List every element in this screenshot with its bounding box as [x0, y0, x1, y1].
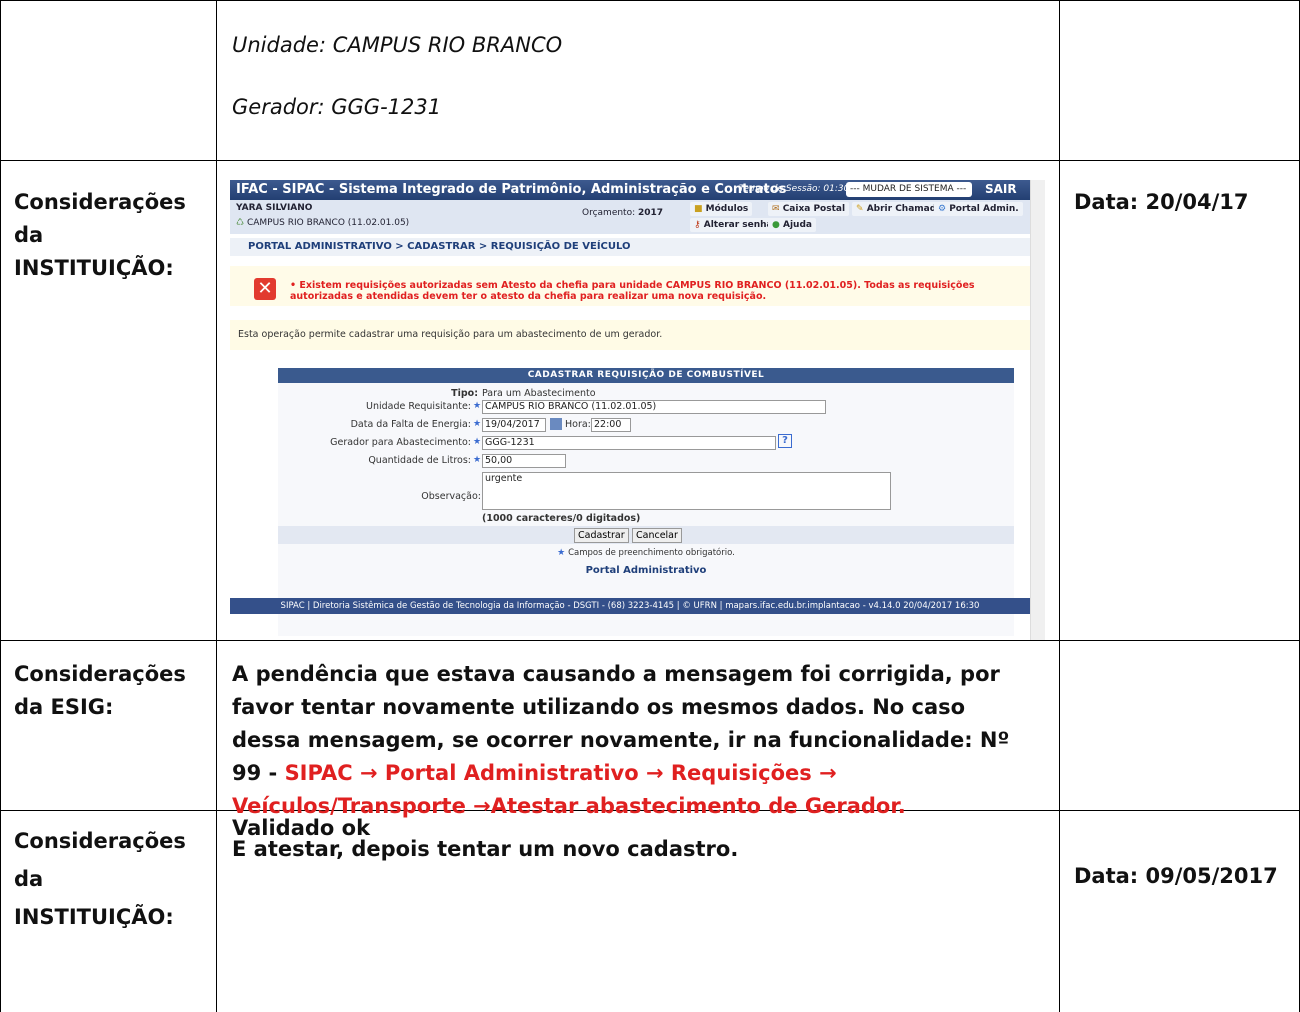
- response-line: dessa mensagem, se ocorrer novamente, ir…: [232, 728, 1010, 752]
- label-line: Considerações: [14, 829, 186, 853]
- label-line: Considerações: [14, 190, 186, 214]
- label-line: INSTITUIÇÃO:: [14, 905, 174, 929]
- required-star: ★: [557, 548, 569, 558]
- info-message: Esta operação permite cadastrar uma requ…: [230, 320, 1030, 350]
- calendar-icon[interactable]: [550, 418, 562, 430]
- response-line: A pendência que estava causando a mensag…: [232, 662, 1000, 686]
- portal-icon: ⚙: [938, 204, 950, 214]
- function-number: 99 -: [232, 761, 285, 785]
- user-unit: ♺ CAMPUS RIO BRANCO (11.02.01.05): [236, 218, 409, 228]
- row-divider: [0, 160, 1300, 161]
- help-icon: ●: [772, 220, 783, 230]
- row-divider: [0, 640, 1300, 641]
- label-line: da ESIG:: [14, 695, 114, 719]
- label-line: INSTITUIÇÃO:: [14, 256, 174, 280]
- row1-date: Data: 20/04/17: [1074, 190, 1249, 214]
- gerador-label: Gerador para Abastecimento:: [330, 437, 471, 448]
- gerador-input[interactable]: GGG-1231: [482, 436, 776, 450]
- ajuda-button[interactable]: ● Ajuda: [768, 218, 816, 232]
- unidade-text: Unidade: CAMPUS RIO BRANCO: [232, 33, 563, 57]
- portal-admin-link[interactable]: Portal Administrativo: [278, 565, 1014, 576]
- abrir-chamado-label: Abrir Chamado: [866, 204, 943, 214]
- ticket-icon: ✎: [856, 204, 867, 214]
- label-line: da: [14, 223, 44, 247]
- sipac-topbar: IFAC - SIPAC - Sistema Integrado de Patr…: [230, 180, 1030, 200]
- error-text: • Existem requisições autorizadas sem At…: [290, 280, 975, 302]
- required-star: ★: [473, 455, 482, 465]
- hora-label: Hora:: [565, 419, 591, 430]
- response-line: favor tentar novamente utilizando os mes…: [232, 695, 966, 719]
- cancelar-button[interactable]: Cancelar: [632, 528, 682, 543]
- alterar-senha-button[interactable]: ⚷ Alterar senha: [690, 218, 777, 232]
- tipo-label: Tipo:: [451, 388, 478, 399]
- label-line: Considerações: [14, 662, 186, 686]
- litros-input[interactable]: 50,00: [482, 454, 566, 468]
- orcamento: Orçamento: 2017: [582, 208, 663, 218]
- form-title: CADASTRAR REQUISIÇÃO DE COMBUSTÍVEL: [278, 368, 1014, 383]
- unit-icon: ♺: [236, 218, 247, 228]
- ajuda-label: Ajuda: [783, 220, 812, 230]
- error-message: ✕ • Existem requisições autorizadas sem …: [230, 266, 1030, 306]
- observacao-label: Observação:: [421, 491, 481, 502]
- column-divider: [216, 0, 217, 1012]
- mailbox-icon: ✉: [772, 204, 783, 214]
- litros-label: Quantidade de Litros:: [368, 455, 471, 466]
- required-note-text: Campos de preenchimento obrigatório.: [568, 548, 735, 558]
- abrir-chamado-button[interactable]: ✎ Abrir Chamado: [852, 202, 947, 216]
- alterar-senha-label: Alterar senha: [703, 220, 773, 230]
- row2-label: Considerações da ESIG:: [14, 658, 186, 724]
- user-name: YARA SILVIANO: [236, 203, 313, 213]
- gerador-text: Gerador: GGG-1231: [232, 95, 442, 119]
- modulos-label: Módulos: [705, 204, 749, 214]
- portal-admin-button[interactable]: ⚙ Portal Admin.: [934, 202, 1023, 216]
- hora-input[interactable]: 22:00: [591, 418, 631, 432]
- table-border-top: [0, 0, 1300, 1]
- required-note: ★ Campos de preenchimento obrigatório.: [278, 548, 1014, 558]
- help-icon[interactable]: ?: [778, 434, 792, 448]
- sipac-footer: SIPAC | Diretoria Sistêmica de Gestão de…: [230, 598, 1030, 614]
- validation-text: Validado ok: [232, 816, 371, 840]
- unidade-label: Unidade Requisitante:: [366, 401, 471, 412]
- row3-date: Data: 09/05/2017: [1074, 864, 1278, 888]
- char-counter: (1000 caracteres/0 digitados): [482, 513, 641, 524]
- caixa-postal-label: Caixa Postal: [782, 204, 846, 214]
- column-divider: [1059, 0, 1060, 1012]
- label-line: da: [14, 867, 44, 891]
- table-border-left: [0, 0, 1, 1012]
- error-icon: ✕: [254, 278, 276, 300]
- caixa-postal-button[interactable]: ✉ Caixa Postal: [768, 202, 850, 216]
- portal-admin-label: Portal Admin.: [949, 204, 1019, 214]
- logout-button[interactable]: SAIR: [985, 182, 1017, 196]
- sipac-screenshot: IFAC - SIPAC - Sistema Integrado de Patr…: [230, 180, 1045, 640]
- response-line: 99 - SIPAC → Portal Administrativo → Req…: [232, 757, 1042, 790]
- scrollbar[interactable]: [1030, 180, 1045, 640]
- key-icon: ⚷: [694, 220, 704, 230]
- data-input[interactable]: 19/04/2017: [482, 418, 546, 432]
- observacao-textarea[interactable]: urgente: [482, 472, 891, 510]
- required-star: ★: [473, 401, 482, 411]
- modulos-button[interactable]: ■ Módulos: [690, 202, 753, 216]
- sipac-title: IFAC - SIPAC - Sistema Integrado de Patr…: [236, 182, 787, 197]
- unidade-input[interactable]: CAMPUS RIO BRANCO (11.02.01.05): [482, 400, 826, 414]
- orcamento-label: Orçamento:: [582, 208, 636, 218]
- user-bar: YARA SILVIANO ♺ CAMPUS RIO BRANCO (11.02…: [230, 200, 1030, 234]
- breadcrumb: PORTAL ADMINISTRATIVO > CADASTRAR > REQU…: [230, 238, 1030, 256]
- tipo-value: Para um Abastecimento: [482, 388, 596, 399]
- cadastrar-button[interactable]: Cadastrar: [574, 528, 629, 543]
- system-select[interactable]: --- MUDAR DE SISTEMA ---: [846, 182, 972, 197]
- menu-path: SIPAC → Portal Administrativo → Requisiç…: [284, 761, 837, 785]
- unit-label: CAMPUS RIO BRANCO (11.02.01.05): [246, 218, 410, 228]
- session-timer: Tempo de Sessão: 01:30: [739, 184, 850, 194]
- data-label: Data da Falta de Energia:: [350, 419, 471, 430]
- orcamento-value: 2017: [638, 208, 664, 218]
- required-star: ★: [473, 437, 482, 447]
- row1-label: Considerações da INSTITUIÇÃO:: [14, 186, 186, 285]
- required-star: ★: [473, 419, 482, 429]
- row3-label: Considerações da INSTITUIÇÃO:: [14, 822, 186, 936]
- error-text-content: Existem requisições autorizadas sem Ates…: [290, 280, 975, 302]
- modules-icon: ■: [694, 204, 706, 214]
